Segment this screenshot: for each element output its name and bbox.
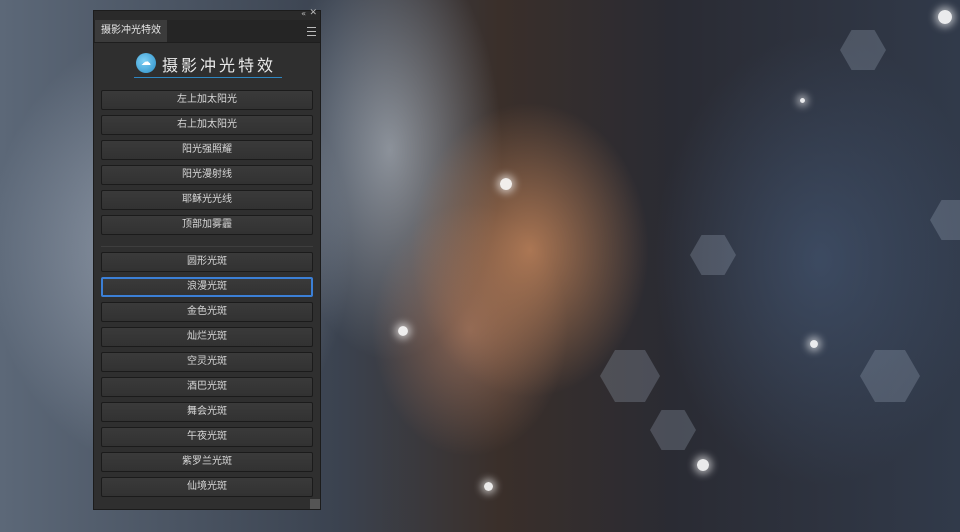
effect-button[interactable]: 耶稣光光线 (101, 190, 313, 210)
bokeh-light (810, 340, 818, 348)
cloud-logo-icon: ☁ (136, 53, 156, 73)
effect-button[interactable]: 浪漫光斑 (101, 277, 313, 297)
panel-title: 摄影冲光特效 (162, 56, 277, 75)
bokeh-light (697, 459, 709, 471)
group-divider (101, 246, 313, 247)
effect-button[interactable]: 圆形光斑 (101, 252, 313, 272)
bokeh-light (398, 326, 408, 336)
bokeh-light (500, 178, 512, 190)
effect-button[interactable]: 金色光斑 (101, 302, 313, 322)
bokeh-light (484, 482, 493, 491)
effect-button[interactable]: 阳光漫射线 (101, 165, 313, 185)
effect-button[interactable]: 紫罗兰光斑 (101, 452, 313, 472)
effect-button[interactable]: 灿烂光斑 (101, 327, 313, 347)
effect-button[interactable]: 阳光强照耀 (101, 140, 313, 160)
panel-menu-icon[interactable] (307, 27, 316, 36)
panel-titlebar: « ✕ (94, 8, 320, 20)
effect-button[interactable]: 右上加太阳光 (101, 115, 313, 135)
bokeh-light (800, 98, 805, 103)
collapse-icon[interactable]: « (301, 9, 306, 18)
effect-button[interactable]: 顶部加雾霾 (101, 215, 313, 235)
effect-button[interactable]: 酒巴光斑 (101, 377, 313, 397)
close-icon[interactable]: ✕ (309, 8, 317, 18)
title-underline (134, 77, 282, 78)
scrollbar-thumb[interactable] (310, 499, 320, 509)
tab-bar: 摄影冲光特效 (94, 20, 320, 43)
effect-button[interactable]: 午夜光斑 (101, 427, 313, 447)
effect-button[interactable]: 左上加太阳光 (101, 90, 313, 110)
effect-button[interactable]: 仙境光斑 (101, 477, 313, 497)
effect-button[interactable]: 空灵光斑 (101, 352, 313, 372)
effects-panel: « ✕ 摄影冲光特效 ☁ 摄影冲光特效 左上加太阳光 右上加太阳光 阳光强照耀阳光漫… (93, 8, 321, 510)
panel-header: ☁ 摄影冲光特效 (94, 44, 320, 84)
tab-photo-flash-effects[interactable]: 摄影冲光特效 (95, 20, 167, 42)
effect-button[interactable]: 舞会光斑 (101, 402, 313, 422)
bokeh-light (938, 10, 952, 24)
